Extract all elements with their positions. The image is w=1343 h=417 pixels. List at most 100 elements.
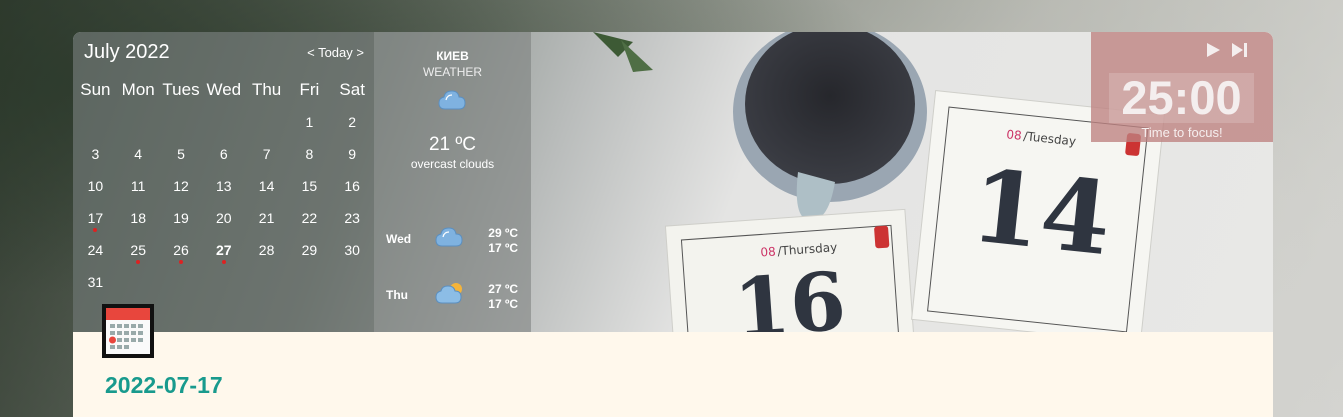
next-month-button[interactable]: > [356, 45, 364, 60]
weekday-label: Sun [80, 80, 111, 99]
calendar-day[interactable]: 30 [331, 238, 374, 270]
calendar-day-number: 18 [130, 210, 146, 226]
forecast-day: Wed [386, 232, 412, 246]
journal-card: 08 /Thursday 16 08 /Tuesday 14 July 2022… [73, 32, 1273, 417]
forecast-row: Wed 29 ºC 17 ºC [374, 222, 531, 262]
forecast-high: 27 ºC [488, 282, 518, 296]
calendar-day-number: 26 [173, 242, 189, 258]
calendar-day[interactable]: 18 [117, 206, 160, 238]
calendar-day-number: 25 [130, 242, 146, 258]
calendar-empty-cell [117, 270, 160, 302]
page-title: 2022-07-17 [105, 372, 223, 398]
calendar-day-number: 14 [258, 178, 275, 194]
calendar-day[interactable]: 9 [331, 142, 374, 174]
forecast-row: Thu 27 ºC 17 ºC [374, 278, 531, 318]
weekday-label: Sat [339, 80, 365, 99]
prev-month-button[interactable]: < [307, 45, 315, 60]
calendar-empty-cell [160, 270, 203, 302]
calendar-day-number: 11 [130, 178, 146, 194]
calendar-day[interactable]: 25 [117, 238, 160, 270]
weekday-label: Thu [251, 80, 282, 99]
weather-city: КИЕВ [436, 49, 469, 63]
calendar-empty-cell [202, 270, 245, 302]
calendar-day[interactable]: 2 [331, 110, 374, 142]
calendar-day[interactable]: 29 [288, 238, 331, 270]
calendar-day[interactable]: 4 [117, 142, 160, 174]
calendar-day-number: 3 [91, 146, 100, 162]
calendar-day[interactable]: 14 [245, 174, 288, 206]
calendar-day-number: 21 [258, 210, 275, 226]
calendar-month-title: July 2022 [84, 41, 170, 63]
calendar-day[interactable]: 27 [202, 238, 245, 270]
calendar-day-number: 1 [305, 114, 314, 130]
calendar-day[interactable]: 19 [160, 206, 203, 238]
calendar-day[interactable]: 26 [160, 238, 203, 270]
calendar-day[interactable]: 31 [74, 270, 117, 302]
calendar-day[interactable]: 12 [160, 174, 203, 206]
calendar-day-number: 24 [87, 242, 104, 258]
calendar-day[interactable]: 7 [245, 142, 288, 174]
calendar-day[interactable]: 20 [202, 206, 245, 238]
calendar-day[interactable]: 22 [288, 206, 331, 238]
calendar-day[interactable]: 6 [202, 142, 245, 174]
calendar-day-number: 17 [87, 210, 104, 226]
event-marker [136, 260, 141, 264]
banner: 08 /Thursday 16 08 /Tuesday 14 July 2022… [73, 32, 1273, 332]
calendar-day-number: 6 [219, 146, 228, 162]
calendar-day[interactable]: 16 [331, 174, 374, 206]
calendar-day[interactable]: 10 [74, 174, 117, 206]
calendar-day-number: 23 [344, 210, 360, 226]
today-button[interactable]: Today [318, 45, 353, 60]
calendar-day-number: 28 [258, 242, 275, 258]
pomodoro-time: 25:00 [1109, 73, 1254, 123]
calendar-empty-cell [160, 110, 203, 142]
pomodoro-label: Time to focus! [1141, 125, 1223, 140]
calendar-nav: < Today > [307, 45, 364, 60]
forecast-low: 17 ºC [488, 297, 518, 311]
svg-text:16: 16 [731, 254, 849, 332]
calendar-day[interactable]: 1 [288, 110, 331, 142]
calendar-weeks: 1 2 3 4 5 6 7 8 9 10 11 12 13 14 15 16 17 18 19 20 21 22 23 24 2… [74, 110, 374, 302]
calendar-day[interactable]: 24 [74, 238, 117, 270]
weather-description: overcast clouds [410, 157, 495, 171]
calendar-widget: July 2022 < Today > Sun Mon Tues Wed Thu… [73, 32, 374, 332]
svg-text:08: 08 [760, 244, 776, 259]
skip-icon[interactable] [1231, 42, 1249, 63]
event-marker [221, 260, 226, 264]
weather-widget: КИЕВ WEATHER 21 ºC overcast clouds Wed 2… [374, 32, 531, 332]
svg-text:14: 14 [966, 146, 1117, 278]
calendar-day[interactable]: 15 [288, 174, 331, 206]
calendar-day[interactable]: 17 [74, 206, 117, 238]
sun-cloud-icon [434, 280, 466, 311]
weather-temp: 21 ºC [428, 134, 477, 155]
calendar-day-number: 10 [87, 178, 104, 194]
calendar-day-number: 22 [301, 210, 318, 226]
calendar-empty-cell [331, 270, 374, 302]
play-icon[interactable] [1205, 42, 1221, 63]
calendar-day[interactable]: 3 [74, 142, 117, 174]
weekday-header-row: Sun Mon Tues Wed Thu Fri Sat [74, 78, 374, 110]
calendar-day-number: 7 [262, 146, 271, 162]
calendar-day-number: 20 [216, 210, 232, 226]
weekday-label: Fri [299, 80, 320, 99]
calendar-week-row: 17 18 19 20 21 22 23 [74, 206, 374, 238]
calendar-day[interactable]: 21 [245, 206, 288, 238]
calendar-day[interactable]: 5 [160, 142, 203, 174]
event-marker [93, 228, 98, 232]
calendar-day-number: 2 [348, 114, 357, 130]
weekday-label: Wed [206, 80, 242, 99]
calendar-day[interactable]: 11 [117, 174, 160, 206]
forecast-low: 17 ºC [488, 241, 518, 255]
calendar-day-number: 19 [173, 210, 189, 226]
calendar-day[interactable]: 8 [288, 142, 331, 174]
calendar-day[interactable]: 23 [331, 206, 374, 238]
cloud-icon [434, 224, 464, 255]
forecast-high: 29 ºC [488, 226, 518, 240]
calendar-day-number: 4 [134, 146, 143, 162]
calendar-day[interactable]: 28 [245, 238, 288, 270]
calendar-empty-cell [245, 270, 288, 302]
calendar-day[interactable]: 13 [202, 174, 245, 206]
calendar-week-row: 12 [74, 110, 374, 142]
calendar-empty-cell [74, 110, 117, 142]
calendar-day-number: 8 [305, 146, 314, 162]
